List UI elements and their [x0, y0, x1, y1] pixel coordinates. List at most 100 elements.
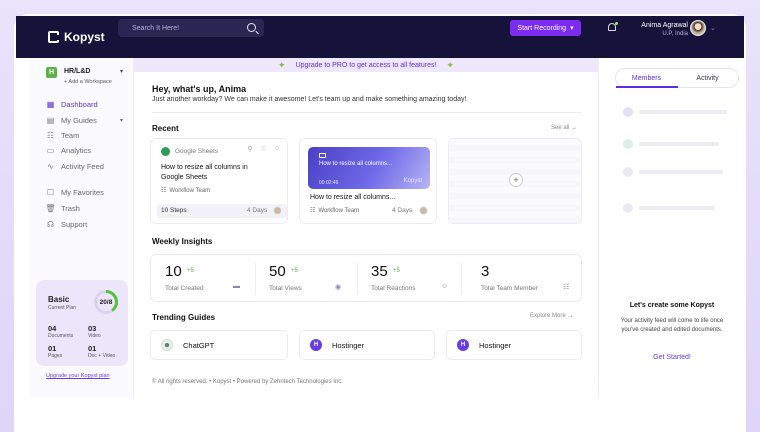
upgrade-banner-text: Upgrade to PRO to get access to all feat…: [295, 61, 437, 69]
support-icon: ☊: [46, 220, 55, 229]
plus-icon[interactable]: +: [509, 173, 523, 187]
new-guide-card[interactable]: +: [448, 138, 582, 224]
sidebar-item-label: Activity Feed: [61, 162, 104, 171]
chevron-down-icon[interactable]: ⌄: [710, 24, 716, 32]
trending-guides-title: Trending Guides: [152, 313, 216, 322]
sidebar-item-label: Support: [61, 220, 88, 229]
guide-icon: ▤: [46, 116, 55, 125]
explore-more-label: Explore More: [530, 313, 566, 319]
sidebar: H HR/L&D ▾ + Add a Workspace ▦ Dashboard…: [30, 58, 134, 398]
workspace-name[interactable]: HR/L&D: [64, 68, 90, 75]
author-avatar: [273, 206, 282, 215]
tab-activity[interactable]: Activity: [677, 69, 738, 87]
hostinger-icon: H: [310, 339, 322, 351]
search-placeholder: Search It Here!: [132, 24, 180, 32]
team-icon: ☷: [563, 284, 570, 291]
empty-state-title: Let's create some Kopyst: [629, 302, 715, 309]
guide-age: 4 Days: [247, 207, 268, 214]
tab-members[interactable]: Members: [616, 69, 677, 87]
upgrade-plan-link[interactable]: Upgrade your Kopyst plan: [46, 373, 110, 379]
insight-delta: +5: [393, 268, 400, 274]
sidebar-item-label: Dashboard: [61, 100, 98, 109]
skeleton-row: [615, 134, 739, 156]
footer-text: © All rights reserved. • Kopyst • Powere…: [152, 379, 343, 385]
sidebar-item-team[interactable]: ☷ Team: [46, 131, 79, 140]
recent-video-card[interactable]: How to resize all columns... 00:02:46 Ko…: [299, 138, 437, 224]
sidebar-item-label: My Favorites: [61, 188, 104, 197]
plan-usage-ring: 20/8: [94, 290, 118, 314]
team-icon: ☷: [46, 131, 55, 140]
insight-delta: +5: [291, 268, 298, 274]
notification-bell-icon[interactable]: [608, 22, 618, 33]
sidebar-item-support[interactable]: ☊ Support: [46, 220, 87, 229]
sidebar-item-activity-feed[interactable]: ∿ Activity Feed: [46, 162, 104, 171]
card-actions: ⚲ ♡ ○: [247, 145, 279, 153]
search-input[interactable]: Search It Here!: [118, 19, 264, 37]
search-icon[interactable]: [247, 23, 256, 32]
insight-label: Total Team Member: [481, 285, 538, 292]
app-logo[interactable]: Kopyst: [48, 30, 105, 44]
divider: [152, 112, 582, 113]
author-avatar: [419, 206, 428, 215]
video-thumbnail-title: How to resize all columns...: [319, 161, 393, 167]
insight-total-created: 10 +5 Total Created ▬: [151, 255, 255, 303]
link-icon[interactable]: ⚲: [247, 145, 252, 153]
pages-label: Pages: [48, 353, 63, 359]
documents-label: Documents: [48, 333, 74, 339]
plan-title: Basic: [48, 295, 70, 304]
explore-more-link[interactable]: Explore More →: [530, 313, 573, 319]
sidebar-item-analytics[interactable]: ▭ Analytics: [46, 146, 91, 155]
trending-guide-label: Hostinger: [332, 340, 365, 350]
video-team-label: Workflow Team: [318, 207, 360, 214]
trending-guide-hostinger[interactable]: H Hostinger: [446, 330, 582, 360]
skeleton-row: [615, 102, 739, 124]
hostinger-icon: H: [457, 339, 469, 351]
sparkle-icon: ✦: [446, 59, 454, 70]
workspace-badge[interactable]: H: [46, 67, 57, 78]
workspace-caret-icon[interactable]: ▾: [120, 68, 123, 75]
favorites-icon: ☐: [46, 188, 55, 197]
activity-icon: ∿: [47, 162, 54, 171]
video-watermark: Kopyst: [403, 178, 422, 184]
see-all-label: See all: [551, 125, 570, 131]
recent-title: Recent: [152, 124, 179, 133]
plan-usage-value: 20/8: [97, 293, 115, 311]
user-name[interactable]: Anima Agrawal: [632, 22, 688, 29]
recent-guide-card[interactable]: Google Sheets ⚲ ♡ ○ How to resize all co…: [150, 138, 288, 224]
trending-guide-hostinger[interactable]: H Hostinger: [299, 330, 435, 360]
see-all-link[interactable]: See all →: [551, 125, 577, 131]
start-recording-button[interactable]: Start Recording ▾: [510, 20, 581, 36]
sidebar-item-dashboard[interactable]: ▦ Dashboard: [46, 100, 98, 109]
panel-tabs: Members Activity: [615, 68, 739, 88]
doc-video-count: 01: [88, 344, 97, 353]
plan-card: Basic Current Plan 20/8 04 Documents 03 …: [36, 280, 128, 366]
sidebar-item-my-favorites[interactable]: ☐ My Favorites: [46, 188, 104, 197]
active-tab-indicator: [616, 86, 678, 88]
sidebar-item-trash[interactable]: 🗑 Trash: [45, 204, 80, 213]
get-started-link[interactable]: Get Started!: [599, 354, 745, 361]
google-sheets-icon: [161, 147, 170, 156]
sidebar-item-label: Team: [61, 131, 80, 140]
sidebar-item-label: Trash: [61, 204, 80, 213]
heart-icon[interactable]: ♡: [260, 145, 266, 153]
analytics-icon: ▭: [46, 146, 55, 155]
team-icon: ☷: [161, 188, 167, 194]
main-content: Hey, what's up, Anima Just another workd…: [134, 72, 598, 398]
my-guides-caret-icon[interactable]: ▾: [120, 117, 123, 124]
user-avatar[interactable]: [690, 20, 706, 36]
plan-subtitle: Current Plan: [48, 305, 77, 311]
sidebar-item-label: My Guides: [61, 116, 97, 125]
sidebar-item-my-guides[interactable]: ▤ My Guides: [46, 116, 97, 125]
guide-team-label: Workflow Team: [169, 187, 211, 194]
upgrade-banner[interactable]: ✦ Upgrade to PRO to get access to all fe…: [134, 58, 598, 72]
more-icon[interactable]: ○: [275, 145, 279, 153]
add-workspace-link[interactable]: + Add a Workspace: [64, 79, 112, 85]
caret-down-icon: ▾: [570, 25, 574, 32]
trending-guide-chatgpt[interactable]: ⊛ ChatGPT: [150, 330, 288, 360]
weekly-insights-panel: 10 +5 Total Created ▬ 50 +5 Total Views …: [150, 254, 582, 302]
insight-delta: +5: [187, 268, 194, 274]
kopyst-logo-icon: [48, 31, 60, 43]
team-icon: ☷: [310, 208, 316, 214]
video-thumbnail[interactable]: How to resize all columns... 00:02:46 Ko…: [308, 147, 430, 189]
user-location: U.P, India: [662, 31, 688, 37]
